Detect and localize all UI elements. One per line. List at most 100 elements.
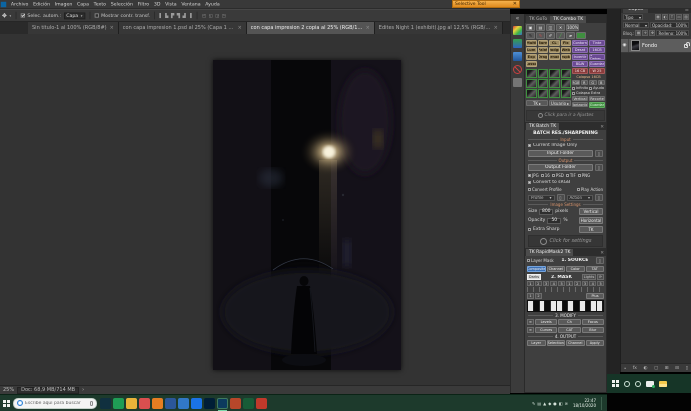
modify-button[interactable]: Levels — [535, 319, 557, 325]
input-folder-button[interactable]: Input Folder — [528, 150, 593, 157]
excel-icon[interactable] — [243, 398, 254, 409]
vlc-icon[interactable] — [152, 398, 163, 409]
vertical-button[interactable]: Vertical — [579, 208, 603, 215]
menu-item[interactable]: 3D — [152, 0, 163, 7]
modify-button[interactable]: Curves — [535, 327, 557, 333]
swatches-icon[interactable] — [513, 52, 522, 61]
mask-thumbnail[interactable] — [561, 89, 572, 98]
modify-button[interactable]: Blur — [582, 327, 604, 333]
edge-icon[interactable] — [191, 398, 202, 409]
mask-thumbnail[interactable] — [538, 69, 549, 78]
menu-item[interactable]: Archivo — [9, 0, 31, 7]
format-option[interactable]: TIF — [566, 173, 576, 178]
colapso-extra-checkbox[interactable] — [572, 92, 575, 95]
tk-action-button[interactable]: Lum — [526, 47, 537, 53]
mode-3d-icon[interactable]: ◱ — [209, 13, 214, 18]
notification-bar[interactable]: Selective Tool ✕ — [452, 0, 520, 8]
layers-toolbar-icon[interactable]: ▯ — [685, 366, 687, 371]
modify-button[interactable]: CAT — [558, 327, 580, 333]
modify-button[interactable]: Ch — [558, 319, 580, 325]
cortana-icon[interactable] — [100, 398, 111, 409]
horizontal-button[interactable]: Horizontal — [572, 102, 588, 107]
horizontal-button[interactable]: Horizontal — [579, 217, 603, 224]
photoshop-icon[interactable] — [204, 398, 215, 409]
source-button[interactable]: Color — [566, 266, 585, 272]
tray-icon[interactable]: ◆ — [548, 401, 551, 406]
close-icon[interactable]: × — [238, 25, 242, 31]
mask-thumbnail[interactable] — [538, 79, 549, 88]
mode-3d-icon[interactable]: ◲ — [215, 13, 220, 18]
mode-3d-icons[interactable]: ◰◱◲◳ — [202, 13, 227, 18]
layer-mask-checkbox[interactable] — [527, 259, 530, 262]
color-swatch-icon[interactable] — [576, 32, 586, 39]
properties-icon[interactable] — [513, 78, 522, 87]
tk-menu-button[interactable]: TK▸ — [526, 100, 548, 106]
refresh-icon[interactable]: ⟳ — [597, 274, 604, 280]
tk-rapidmask-tab[interactable]: TK RapidMask2 TK — [526, 249, 573, 256]
zone-button[interactable]: 3 — [582, 281, 589, 286]
output-folder-button[interactable]: Output Folder — [528, 164, 593, 171]
layer-row-background[interactable]: ◉ Fondo — [621, 39, 691, 52]
tk-action-button[interactable]: Despkle — [561, 54, 572, 60]
menu-item[interactable]: Selección — [108, 0, 135, 7]
cortana-icon[interactable] — [624, 381, 630, 387]
chevron-down-icon[interactable]: ▾ — [10, 13, 12, 17]
mask-output-button[interactable]: Channel — [566, 340, 585, 346]
line-tool-icon[interactable]: ╱ — [556, 32, 565, 39]
tk-button[interactable]: TK — [579, 226, 603, 233]
mask-thumbnail[interactable] — [549, 69, 560, 78]
rgb-button[interactable]: RGB — [572, 80, 580, 85]
zoom-level[interactable]: 25% — [3, 387, 14, 393]
tk-purple-button[interactable]: 4 Debes — [589, 54, 605, 60]
tk-action-button[interactable]: Exp — [526, 54, 537, 60]
zone-slider[interactable] — [527, 287, 604, 292]
darks-button[interactable]: Darks — [527, 274, 541, 280]
menu-item[interactable]: Filtro — [135, 0, 151, 7]
zone-button[interactable]: 4 — [589, 281, 596, 286]
explorer-icon[interactable] — [126, 398, 137, 409]
lock-option-icon[interactable]: ✛ — [642, 30, 648, 36]
tk-purple-button[interactable]: Desat — [572, 47, 588, 53]
tk-action-button[interactable]: Tornado — [549, 54, 560, 60]
menu-icon[interactable]: ≡ — [527, 327, 534, 333]
format-option[interactable]: 16 — [541, 173, 550, 178]
mask-thumbnail[interactable] — [526, 89, 537, 98]
format-option[interactable]: PSD — [552, 173, 564, 178]
filter-type-icon[interactable]: ▦ — [655, 14, 661, 20]
align-icon[interactable]: ▌ — [159, 13, 163, 18]
zone-button[interactable]: 3 — [543, 281, 550, 286]
format-option[interactable]: PNG — [578, 173, 591, 178]
menu-item[interactable]: Vista — [163, 0, 179, 7]
file-explorer-icon[interactable] — [659, 381, 667, 387]
tk-action-button[interactable]: Fix — [561, 40, 572, 46]
tk-action-button[interactable]: Drag — [538, 54, 549, 60]
mask-step-2[interactable]: 2 — [535, 293, 542, 299]
layers-toolbar-icon[interactable]: ⟓ — [624, 365, 626, 371]
tk-action-button[interactable]: Dodge — [549, 47, 560, 53]
mask-thumbnail[interactable] — [526, 79, 537, 88]
app-blue-1-icon[interactable] — [165, 398, 176, 409]
ayuda-checkbox[interactable] — [589, 87, 592, 90]
layers-toolbar-icon[interactable]: fx — [633, 366, 637, 371]
brush-icon[interactable]: ✎ — [536, 32, 545, 39]
tk-action-button[interactable]: Paint — [538, 47, 549, 53]
office-orange-icon[interactable] — [230, 398, 241, 409]
tray-icon[interactable]: ● — [553, 401, 557, 406]
modify-button[interactable]: Focus — [582, 319, 604, 325]
extra-sharp-checkbox[interactable] — [528, 228, 531, 231]
visibility-eye-icon[interactable]: ◉ — [621, 39, 629, 52]
source-button[interactable]: Channel — [547, 266, 566, 272]
rgb-button[interactable]: R — [581, 80, 589, 85]
document-icon[interactable]: ▤ — [536, 24, 545, 31]
app-blue-2-icon[interactable] — [178, 398, 189, 409]
rgb-button[interactable]: G — [589, 80, 597, 85]
close-icon[interactable]: × — [494, 25, 498, 31]
channels-icon[interactable] — [513, 39, 522, 48]
align-icon[interactable]: ▛ — [171, 13, 175, 18]
menu-item[interactable]: Ayuda — [203, 0, 222, 7]
tk-purple-button[interactable]: 16CB — [589, 47, 605, 53]
zone-button[interactable]: 1 — [527, 281, 534, 286]
lock-option-icon[interactable]: ✥ — [649, 30, 655, 36]
document-tab[interactable]: con capa impresion 2 copia al 25% (RGB/1… — [247, 22, 375, 34]
eraser-icon[interactable]: ▰ — [566, 32, 575, 39]
